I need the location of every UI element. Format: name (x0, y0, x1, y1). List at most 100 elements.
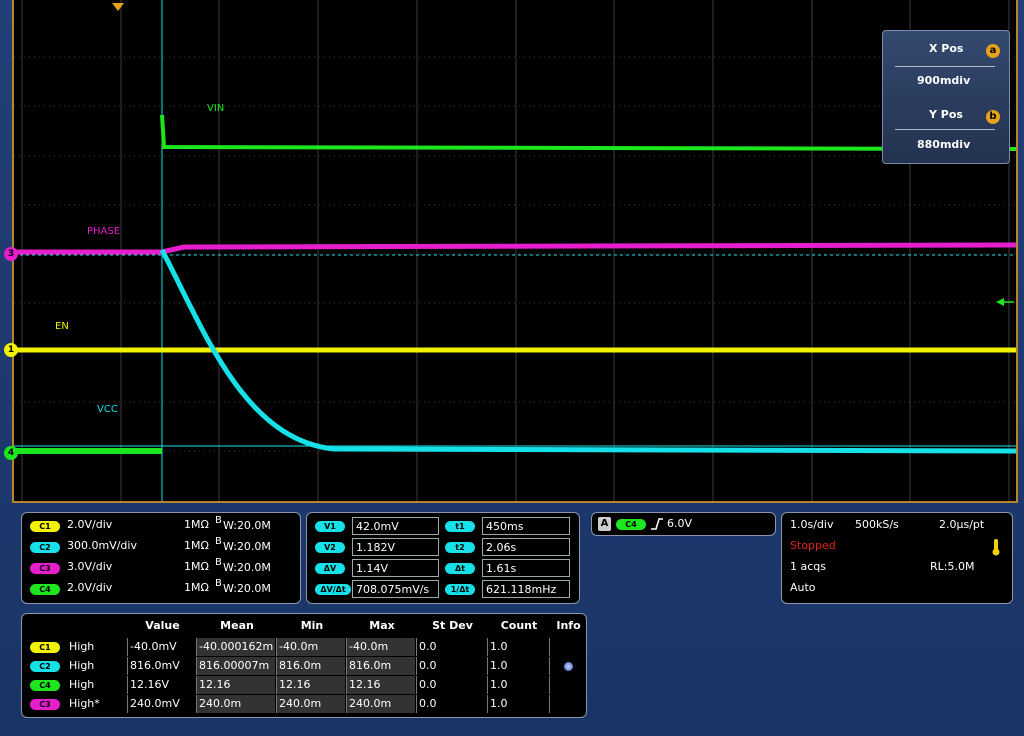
delta-v-value: 1.14V (352, 559, 439, 577)
measurement-info[interactable] (549, 657, 586, 675)
measurement-mean: 240.0m (196, 695, 275, 713)
delta-t-badge: Δt (445, 563, 475, 574)
measurement-source-badge: C3 (30, 699, 60, 710)
measurement-header: Value (145, 619, 180, 632)
v1-value: 42.0mV (352, 517, 439, 535)
cursor-readout-panel[interactable]: V1 42.0mV V2 1.182V ΔV 1.14V ΔV/Δt 708.0… (306, 512, 580, 604)
v1-badge: V1 (315, 521, 345, 532)
acquisition-count: 1 acqs (790, 560, 826, 573)
channel-bandwidth-prefix: B (215, 578, 222, 589)
oscilloscope-window: VIN PHASE EN VCC X Pos a 900mdiv Y Pos b… (0, 0, 1024, 736)
trace-label-en: EN (55, 321, 69, 332)
v2-value: 1.182V (352, 538, 439, 556)
channel-1-marker[interactable]: 1 (4, 343, 18, 357)
dvdt-badge: ΔV/Δt (315, 584, 351, 595)
measurement-min: 240.0m (276, 695, 345, 713)
channel-3-marker[interactable]: 3 (4, 247, 18, 261)
info-indicator-icon[interactable] (564, 662, 573, 671)
acquisition-state: Stopped (790, 539, 836, 552)
timebase: 1.0s/div (790, 518, 834, 531)
t1-badge: t1 (445, 521, 475, 532)
measurement-count: 1.0 (487, 638, 548, 656)
measurement-header: Info (556, 619, 581, 632)
ypos-divider (895, 129, 995, 130)
channel-c1-badge[interactable]: C1 (30, 521, 60, 532)
measurement-max: 240.0m (346, 695, 415, 713)
inv-dt-badge: 1/Δt (445, 584, 475, 595)
channel-c2-badge[interactable]: C2 (30, 542, 60, 553)
measurement-info[interactable] (549, 676, 586, 694)
channel-scale: 2.0V/div (67, 518, 113, 531)
channel-bandwidth: W:20.0M (223, 519, 271, 532)
measurement-mean: 12.16 (196, 676, 275, 694)
measurement-info[interactable] (549, 638, 586, 656)
trigger-mode: Auto (790, 581, 816, 594)
waveform-display[interactable]: VIN PHASE EN VCC X Pos a 900mdiv Y Pos b… (12, 0, 1018, 503)
xpos-divider (895, 66, 995, 67)
channel-impedance: 1MΩ (184, 560, 209, 573)
measurement-header: St Dev (432, 619, 473, 632)
measurement-stdev: 0.0 (416, 695, 486, 713)
xpos-label: X Pos (929, 42, 964, 55)
channel-c3-badge[interactable]: C3 (30, 563, 60, 574)
measurement-table[interactable]: Value Mean Min Max St Dev Count Info C1 High -40.… (21, 613, 587, 718)
t2-badge: t2 (445, 542, 475, 553)
measurement-source-badge: C4 (30, 680, 60, 691)
measurement-value: 12.16V (127, 676, 195, 694)
channel-settings-panel: C1 2.0V/div 1MΩ B W:20.0M C2 300.0mV/div 1MΩ B W:… (21, 512, 301, 604)
a-knob-icon: a (986, 44, 1000, 58)
measurement-source-badge: C2 (30, 661, 60, 672)
measurement-stdev: 0.0 (416, 676, 486, 694)
measurement-min: 12.16 (276, 676, 345, 694)
inv-dt-value: 621.118mHz (482, 580, 570, 598)
trace-label-vcc: VCC (97, 404, 118, 415)
measurement-max: -40.0m (346, 638, 415, 656)
channel-bandwidth: W:20.0M (223, 561, 271, 574)
measurement-mean: 816.00007m (196, 657, 275, 675)
acquisition-panel[interactable]: 1.0s/div 500kS/s 2.0µs/pt Stopped 1 acqs… (781, 512, 1013, 604)
channel-impedance: 1MΩ (184, 518, 209, 531)
trigger-level: 6.0V (667, 517, 693, 530)
t1-value: 450ms (482, 517, 570, 535)
ypos-label: Y Pos (929, 108, 963, 121)
dvdt-value: 708.075mV/s (352, 580, 439, 598)
channel-impedance: 1MΩ (184, 581, 209, 594)
channel-4-marker[interactable]: 4 (4, 446, 18, 460)
measurement-info[interactable] (549, 695, 586, 713)
rising-edge-icon (651, 518, 663, 530)
measurement-type: High* (69, 697, 100, 710)
channel-impedance: 1MΩ (184, 539, 209, 552)
channel-scale: 3.0V/div (67, 560, 113, 573)
measurement-type: High (69, 678, 95, 691)
channel-scale: 2.0V/div (67, 581, 113, 594)
delta-t-value: 1.61s (482, 559, 570, 577)
xpos-value: 900mdiv (917, 74, 971, 87)
trigger-source-badge: C4 (616, 519, 646, 530)
measurement-value: 240.0mV (127, 695, 195, 713)
measurement-count: 1.0 (487, 657, 548, 675)
measurement-stdev: 0.0 (416, 657, 486, 675)
trigger-mode-badge: A (598, 517, 611, 531)
trigger-position-marker[interactable] (112, 3, 124, 11)
channel-c4-badge[interactable]: C4 (30, 584, 60, 595)
measurement-value: 816.0mV (127, 657, 195, 675)
channel-bandwidth-prefix: B (215, 557, 222, 568)
measurement-count: 1.0 (487, 695, 548, 713)
t2-value: 2.06s (482, 538, 570, 556)
position-readout-box[interactable]: X Pos a 900mdiv Y Pos b 880mdiv (882, 30, 1010, 164)
trigger-panel[interactable]: A C4 6.0V (591, 512, 776, 536)
channel-bandwidth-prefix: B (215, 515, 222, 526)
measurement-header: Count (500, 619, 538, 632)
trigger-level-arrow[interactable] (996, 298, 1014, 306)
b-knob-icon: b (986, 110, 1000, 124)
trace-label-phase: PHASE (87, 226, 121, 237)
time-resolution: 2.0µs/pt (939, 518, 985, 531)
measurement-min: 816.0m (276, 657, 345, 675)
measurement-min: -40.0m (276, 638, 345, 656)
measurement-header: Min (300, 619, 324, 632)
channel-bandwidth: W:20.0M (223, 582, 271, 595)
channel-bandwidth-prefix: B (215, 536, 222, 547)
delta-v-badge: ΔV (315, 563, 345, 574)
sample-rate: 500kS/s (855, 518, 899, 531)
ypos-value: 880mdiv (917, 138, 971, 151)
